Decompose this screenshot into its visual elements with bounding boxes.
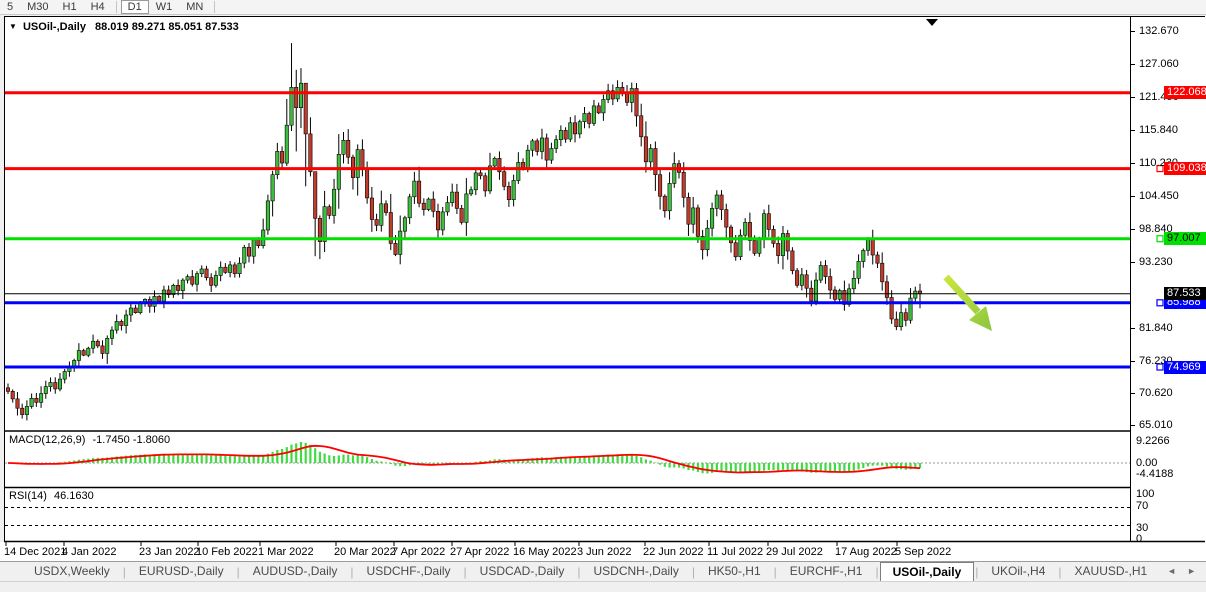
instrument-tab-eurusd-daily[interactable]: EURUSD-,Daily: [127, 562, 236, 581]
rsi-indicator-label: RSI(14) 46.1630: [9, 490, 94, 502]
chart-menu-arrow-icon[interactable]: ▼: [9, 22, 17, 31]
price-axis-tick-mark: [1131, 130, 1135, 131]
price-axis-tick-mark: [1131, 393, 1135, 394]
price-axis-tick-mark: [1131, 31, 1135, 32]
price-line-badge: 122.068: [1164, 86, 1206, 99]
date-axis-label: 1 Mar 2022: [258, 546, 314, 558]
chart-title: ▼ USOil-,Daily 88.019 89.271 85.051 87.5…: [9, 21, 239, 33]
price-line-badge: 97.007: [1164, 232, 1206, 245]
instrument-tab-xauusd-h1[interactable]: XAUUSD-,H1: [1063, 562, 1160, 581]
instrument-tab-hk50-h1[interactable]: HK50-,H1: [696, 562, 773, 581]
date-axis-label: 7 Apr 2022: [392, 546, 445, 558]
date-axis-label: 17 Aug 2022: [835, 546, 897, 558]
instrument-tab-ukoil-h4[interactable]: UKOil-,H4: [979, 562, 1057, 581]
instrument-tab-usdcad-daily[interactable]: USDCAD-,Daily: [468, 562, 577, 581]
rsi-axis-label: 0: [1136, 533, 1142, 545]
macd-indicator-label: MACD(12,26,9) -1.7450 -1.8060: [9, 434, 170, 446]
date-axis-label: 11 Jul 2022: [707, 546, 763, 558]
instrument-tab-usdx-weekly[interactable]: USDX,Weekly: [22, 562, 122, 581]
instrument-tab-audusd-daily[interactable]: AUDUSD-,Daily: [241, 562, 350, 581]
price-axis-label: 70.620: [1139, 387, 1173, 399]
date-axis-label: 16 May 2022: [513, 546, 577, 558]
price-axis-label: 104.450: [1139, 190, 1179, 202]
chart-symbol-period: USOil-,Daily: [23, 21, 86, 33]
rsi-axis-label: 100: [1136, 488, 1154, 500]
price-line-badge: 74.969: [1164, 361, 1206, 374]
mt4-terminal: 5M30H1H4D1W1MN ▼ USOil-,Daily 88.019 89.…: [0, 0, 1206, 592]
price-line-badge: 109.038: [1164, 162, 1206, 175]
price-axis-tick-mark: [1131, 229, 1135, 230]
date-axis-label: 20 Mar 2022: [334, 546, 396, 558]
instrument-tab-usdchf-daily[interactable]: USDCHF-,Daily: [355, 562, 463, 581]
instrument-tab-bar: USDX,Weekly|EURUSD-,Daily|AUDUSD-,Daily|…: [0, 561, 1206, 581]
instrument-tab-usoil-daily[interactable]: USOil-,Daily: [880, 562, 975, 582]
macd-axis-label: 9.2266: [1136, 435, 1170, 447]
rsi-axis-label: 70: [1136, 500, 1148, 512]
date-axis-label: 4 Jan 2022: [62, 546, 116, 558]
date-axis-label: 29 Jul 2022: [766, 546, 823, 558]
price-axis-tick-mark: [1131, 196, 1135, 197]
price-axis-label: 127.060: [1139, 58, 1179, 70]
date-axis-label: 3 Jun 2022: [577, 546, 631, 558]
chart-canvas[interactable]: [0, 0, 1206, 592]
date-axis-label: 5 Sep 2022: [895, 546, 951, 558]
price-axis-tick-mark: [1131, 425, 1135, 426]
price-axis-label: 115.840: [1139, 124, 1178, 136]
price-axis-label: 65.010: [1139, 419, 1173, 431]
price-axis-label: 81.840: [1139, 322, 1173, 334]
price-axis-tick-mark: [1131, 163, 1135, 164]
date-axis-label: 10 Feb 2022: [196, 546, 258, 558]
level-line-handle: [1157, 300, 1163, 306]
current-price-badge: 87.533: [1164, 287, 1206, 300]
date-axis-label: 23 Jan 2022: [139, 546, 200, 558]
price-axis-tick-mark: [1131, 262, 1135, 263]
price-axis-tick-mark: [1131, 328, 1135, 329]
price-axis-tick-mark: [1131, 64, 1135, 65]
tab-scroll-left-icon[interactable]: ◄: [1167, 566, 1176, 576]
date-axis-label: 14 Dec 2021: [4, 546, 66, 558]
macd-axis-label: -4.4188: [1136, 468, 1173, 480]
price-axis-label: 93.230: [1139, 256, 1173, 268]
instrument-tab-usdcnh-daily[interactable]: USDCNH-,Daily: [581, 562, 690, 581]
price-axis-label: 132.670: [1139, 25, 1179, 37]
status-bar: [0, 581, 1206, 592]
date-axis-label: 22 Jun 2022: [643, 546, 704, 558]
level-line-handle: [1157, 236, 1163, 242]
tab-scroll-right-icon[interactable]: ►: [1187, 566, 1196, 576]
price-axis-tick-mark: [1131, 361, 1135, 362]
instrument-tab-eurchf-h1[interactable]: EURCHF-,H1: [778, 562, 875, 581]
price-axis-tick-mark: [1131, 97, 1135, 98]
chart-ohlc-readout: 88.019 89.271 85.051 87.533: [95, 21, 239, 33]
date-axis-label: 27 Apr 2022: [450, 546, 509, 558]
